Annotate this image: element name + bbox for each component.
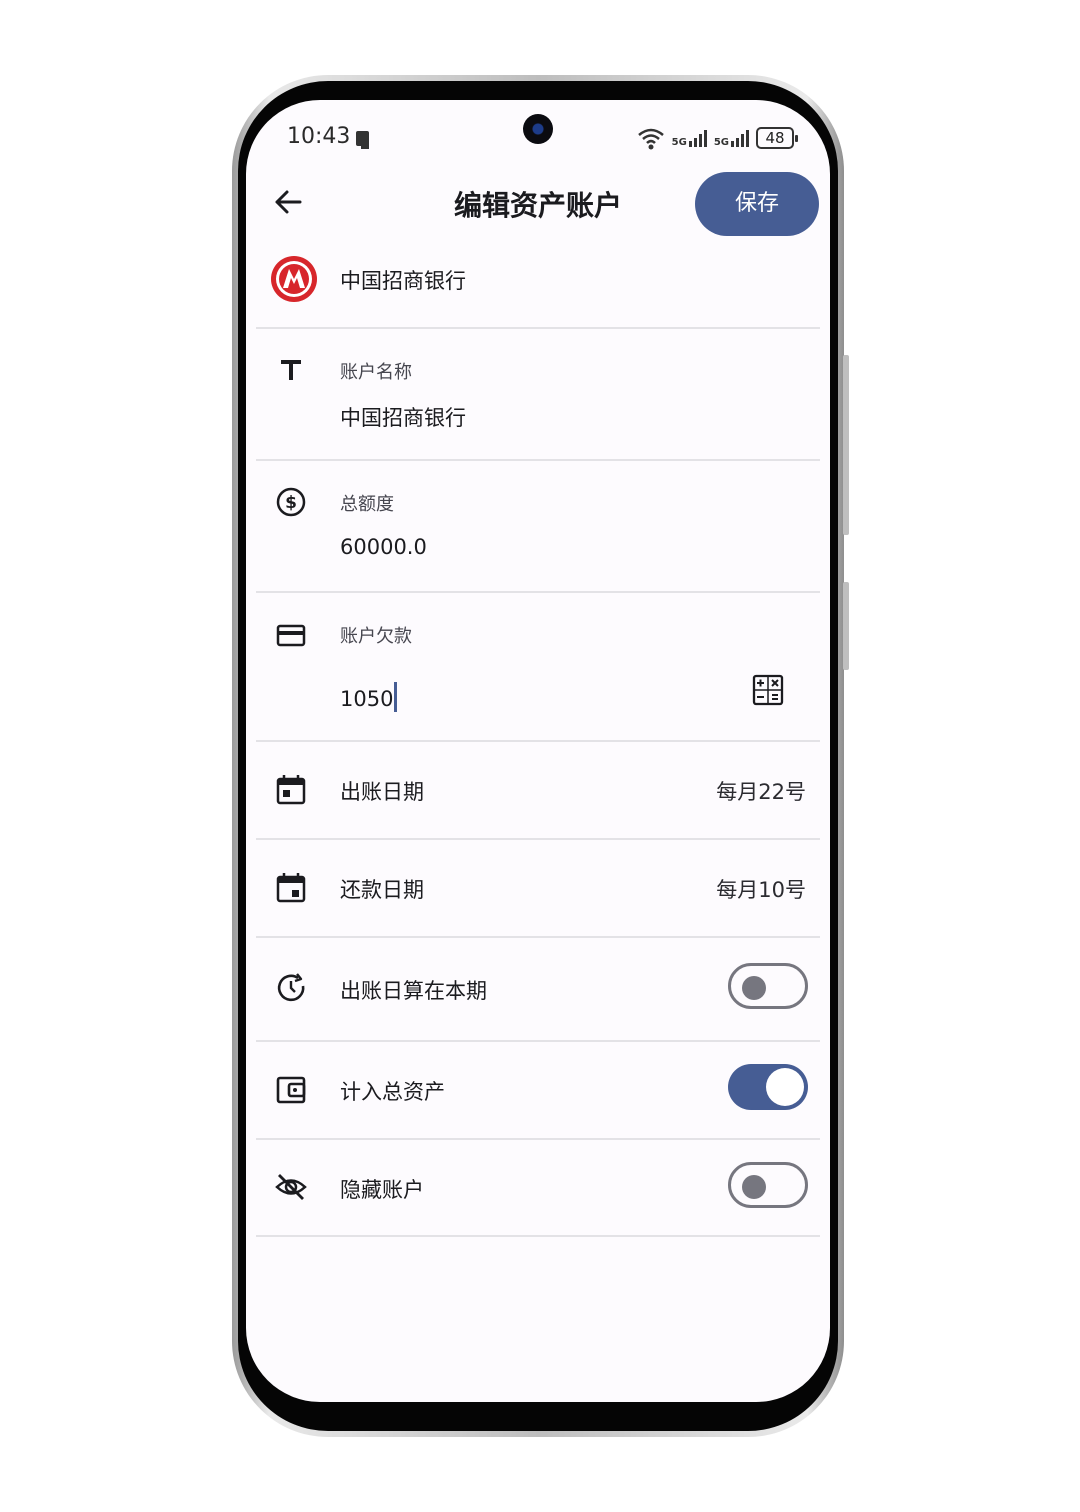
toggle-knob: [766, 1068, 804, 1106]
bank-logo-icon[interactable]: [270, 255, 318, 303]
divider: [256, 838, 820, 840]
divider: [256, 1040, 820, 1042]
total-limit-label: 总额度: [340, 494, 394, 515]
toggle-knob: [742, 1175, 766, 1199]
divider: [256, 936, 820, 938]
billing-day-current-label: 出账日算在本期: [340, 979, 487, 1003]
account-name-label: 账户名称: [340, 362, 412, 383]
repayment-date-label: 还款日期: [340, 878, 424, 902]
status-time: 10:43: [287, 124, 351, 149]
billing-day-current-toggle[interactable]: [728, 963, 808, 1009]
signal-1: 5G: [672, 128, 708, 148]
credit-card-icon: [276, 624, 306, 647]
app-screen: 10:43 5G 5G 48 编辑资产账户 保存 中国招商银行 账户名称 中国招…: [246, 100, 830, 1402]
network-label: 5G: [713, 137, 729, 148]
calendar-event-icon: [276, 873, 306, 903]
billing-date-label: 出账日期: [340, 780, 424, 804]
signal-bars-icon: [688, 130, 707, 147]
divider: [256, 1138, 820, 1140]
debt-label: 账户欠款: [340, 626, 412, 647]
wallet-icon: [276, 1076, 306, 1104]
text-caret: [394, 682, 398, 712]
bank-name[interactable]: 中国招商银行: [340, 265, 466, 295]
network-label: 5G: [671, 137, 687, 148]
front-camera: [523, 114, 553, 144]
dollar-circle-icon: $: [276, 487, 306, 517]
svg-text:$: $: [285, 493, 297, 513]
signal-bars-icon: [731, 130, 749, 147]
divider: [256, 1235, 820, 1237]
include-total-assets-label: 计入总资产: [340, 1080, 445, 1104]
clock-refresh-icon: [277, 973, 305, 1002]
account-name-input[interactable]: 中国招商银行: [340, 402, 466, 432]
toggle-knob: [742, 976, 766, 1000]
status-icons: 5G 5G 48: [636, 126, 798, 150]
debt-input[interactable]: 1050: [340, 682, 398, 712]
eye-off-icon: [275, 1174, 307, 1200]
divider: [256, 740, 820, 742]
hide-account-toggle[interactable]: [728, 1162, 808, 1208]
divider: [256, 327, 820, 329]
battery-indicator: 48: [756, 127, 798, 149]
volume-button: [843, 355, 849, 535]
save-button[interactable]: 保存: [695, 172, 819, 236]
total-limit-input[interactable]: 60000.0: [340, 535, 427, 559]
billing-date-value: 每月22号: [716, 780, 806, 804]
include-total-assets-toggle[interactable]: [728, 1064, 808, 1110]
divider: [256, 591, 820, 593]
text-icon: [281, 360, 301, 380]
calendar-icon: [276, 775, 306, 805]
wifi-icon: [637, 128, 664, 150]
repayment-date-value: 每月10号: [716, 878, 806, 902]
signal-2: 5G: [714, 128, 750, 148]
sim-card-icon: [356, 131, 369, 149]
hide-account-label: 隐藏账户: [340, 1178, 424, 1202]
calculator-icon[interactable]: [751, 673, 785, 707]
debt-value: 1050: [340, 687, 394, 711]
divider: [256, 459, 820, 461]
power-button: [843, 582, 849, 670]
